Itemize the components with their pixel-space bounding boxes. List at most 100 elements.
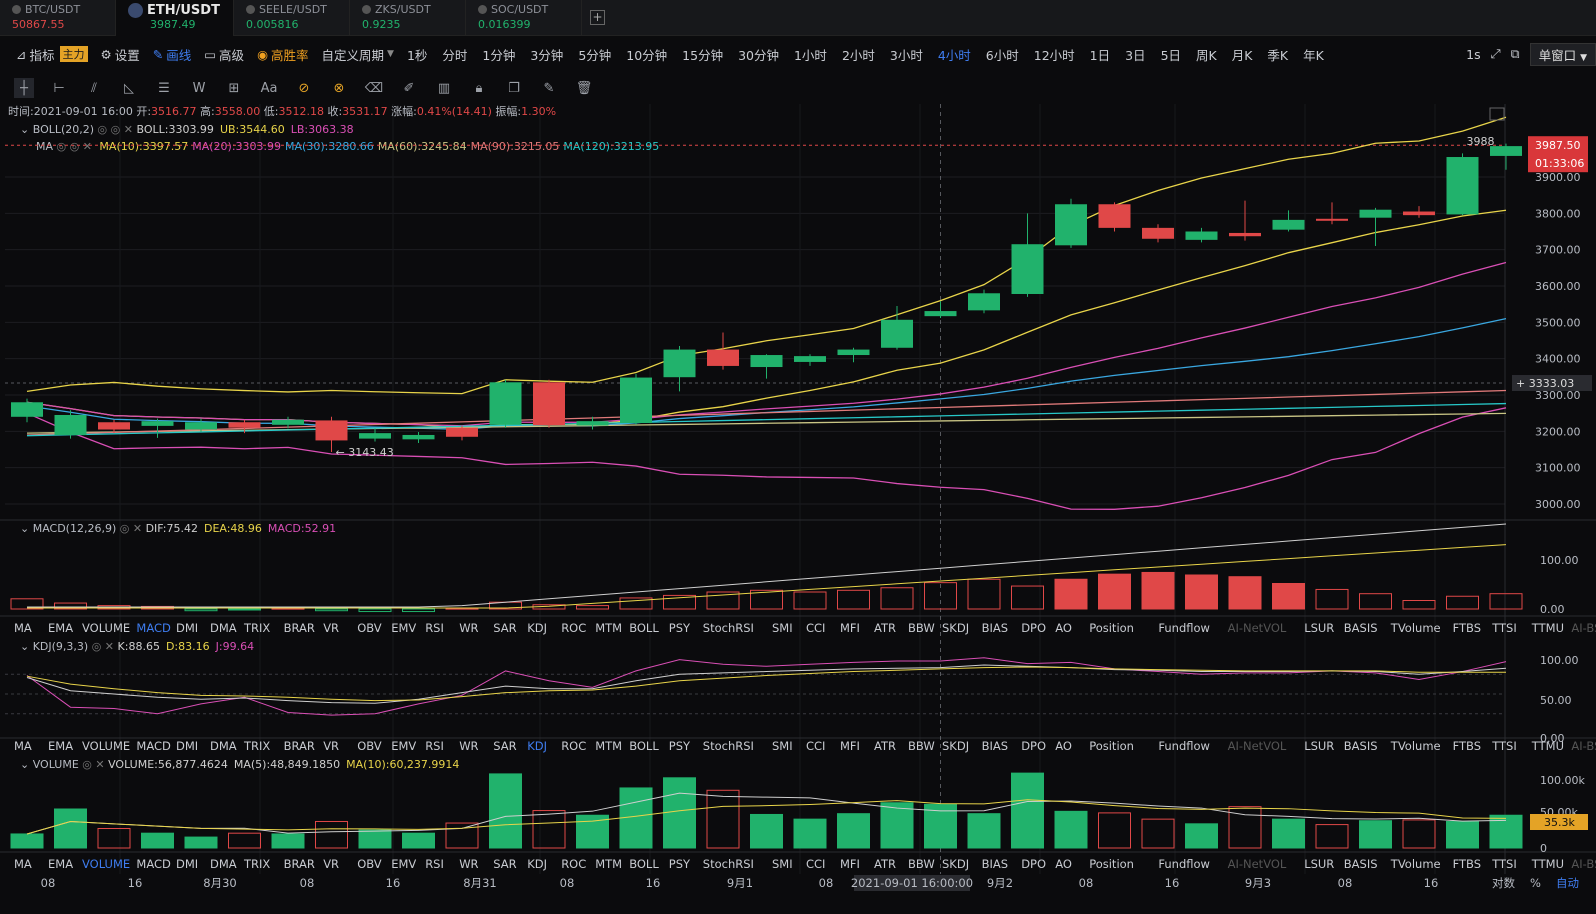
advanced-button[interactable]: ▭ 高级 xyxy=(204,45,244,64)
symbol-tab-seele[interactable]: SEELE/USDT 0.005816 xyxy=(234,0,350,36)
price-tick: 3900.00 xyxy=(1535,171,1581,184)
indicator-tab: FTBS xyxy=(1453,621,1481,635)
symbol-tab-zks[interactable]: ZKS/USDT 0.9235 xyxy=(350,0,466,36)
rectangle-tool-icon[interactable]: ⊞ xyxy=(224,78,244,98)
boll-caret: ⌄ xyxy=(20,123,33,136)
tab-price: 0.016399 xyxy=(478,18,531,31)
trash-icon[interactable]: 🗑︎ xyxy=(574,78,594,98)
indicator-tab: SAR xyxy=(493,739,516,753)
indicator-tab: AO xyxy=(1055,621,1072,635)
custom-period-dropdown[interactable]: 自定义周期 ▼ xyxy=(322,45,394,64)
eye-icon: ◎ ◎ ✕ xyxy=(94,123,136,136)
macd-bar xyxy=(576,605,609,610)
period-option[interactable]: 10分钟 xyxy=(626,45,667,64)
indicator-tab: BOLL xyxy=(629,739,659,753)
period-option[interactable]: 30分钟 xyxy=(738,45,779,64)
popout-icon[interactable]: ⧉ xyxy=(1511,46,1520,62)
volume-bar xyxy=(1272,818,1305,849)
pencil-icon: ✎ xyxy=(152,46,164,62)
period-option[interactable]: 1日 xyxy=(1090,45,1110,64)
fib-tool-icon[interactable]: ⊘ xyxy=(294,78,314,98)
period-option[interactable]: 年K xyxy=(1303,45,1324,64)
eye-icon: ◎ ✕ xyxy=(79,758,108,771)
volume-bar xyxy=(358,829,392,849)
horizontal-line-tool-icon[interactable]: ⊢ xyxy=(49,78,69,98)
lock-icon[interactable]: 🔒︎ xyxy=(469,78,489,98)
period-option[interactable]: 分时 xyxy=(442,45,467,64)
ma-value: MA(90):3215.05 xyxy=(471,140,560,153)
draw-button[interactable]: ✎ 画线 xyxy=(153,45,192,64)
time-tick: 08 xyxy=(300,876,315,890)
period-option[interactable]: 15分钟 xyxy=(682,45,723,64)
text-tool-icon[interactable]: Aa xyxy=(259,78,279,98)
copy-icon[interactable]: ❐ xyxy=(504,78,524,98)
indicator-tab: VOLUME xyxy=(82,739,130,753)
period-option[interactable]: 6小时 xyxy=(986,45,1019,64)
period-option[interactable]: 5日 xyxy=(1161,45,1181,64)
period-option[interactable]: 2小时 xyxy=(842,45,875,64)
custom-period-label: 自定义周期 xyxy=(321,47,385,63)
indicator-button[interactable]: ⊿ 指标 主力 xyxy=(16,45,88,64)
indicator-tab: Fundflow xyxy=(1158,621,1210,635)
period-option[interactable]: 3小时 xyxy=(890,45,923,64)
macd-bar xyxy=(1315,588,1349,610)
window-mode-select[interactable]: 单窗口 ▼ xyxy=(1529,42,1596,66)
candle-body xyxy=(54,414,87,435)
kline-chart[interactable]: 时间:2021-09-01 16:00 开:3516.77 高:3558.00 … xyxy=(0,104,1596,914)
period-option[interactable]: 1小时 xyxy=(794,45,827,64)
macd-dea: DEA:48.96 xyxy=(204,522,262,535)
period-option[interactable]: 12小时 xyxy=(1034,45,1075,64)
expand-icon[interactable]: ⤢ xyxy=(1491,46,1501,62)
chart-icon: ⊿ xyxy=(16,46,27,62)
indicator-tab: Fundflow xyxy=(1158,857,1210,871)
period-option[interactable]: 4小时 xyxy=(938,45,971,64)
macd-bar xyxy=(1185,574,1218,610)
candle-body xyxy=(1055,204,1087,246)
symbol-tab-eth[interactable]: ETH/USDT 3987.49 xyxy=(116,0,234,36)
period-option[interactable]: 1分钟 xyxy=(482,45,515,64)
hide-drawings-icon[interactable]: ⊗ xyxy=(329,78,349,98)
settings-button[interactable]: ⚙ 设置 xyxy=(101,45,140,64)
period-option[interactable]: 季K xyxy=(1267,45,1288,64)
eraser-tool-icon[interactable]: ⌫ xyxy=(364,78,384,98)
caret-down-icon: ▼ xyxy=(1580,52,1587,63)
period-option[interactable]: 3日 xyxy=(1125,45,1145,64)
edit-icon[interactable]: ✎ xyxy=(539,78,559,98)
symbol-tab-soc[interactable]: SOC/USDT 0.016399 xyxy=(466,0,582,36)
eye-icon: ◎ ✕ xyxy=(116,522,145,535)
kdj-d: D:83.16 xyxy=(166,640,210,653)
period-option[interactable]: 1秒 xyxy=(407,45,427,64)
indicator-tab: StochRSI xyxy=(703,621,754,635)
trend-line-tool-icon[interactable]: ⫽ xyxy=(84,78,104,98)
period-option[interactable]: 周K xyxy=(1196,45,1217,64)
wave-tool-icon[interactable]: W xyxy=(189,78,209,98)
period-option[interactable]: 月K xyxy=(1232,45,1253,64)
parallel-channel-tool-icon[interactable]: ☰ xyxy=(154,78,174,98)
indicator-tab: TTMU xyxy=(1531,621,1564,635)
indicator-tab: StochRSI xyxy=(703,857,754,871)
macd-bar xyxy=(837,589,870,610)
indicator-tab: AI-NetVOL xyxy=(1228,621,1287,635)
indicator-tab: WR xyxy=(459,739,478,753)
candle-body xyxy=(924,311,957,317)
tab-price: 0.005816 xyxy=(246,18,299,31)
symbol-tab-btc[interactable]: BTC/USDT 50867.55 xyxy=(0,0,116,36)
soc-coin-icon xyxy=(478,5,487,14)
winrate-button[interactable]: ◉ 高胜率 xyxy=(257,45,308,64)
brush-tool-icon[interactable]: ✐ xyxy=(399,78,419,98)
tab-symbol: SOC/USDT xyxy=(491,3,549,16)
period-option[interactable]: 3分钟 xyxy=(530,45,563,64)
candle-body xyxy=(1098,204,1131,228)
refresh-rate[interactable]: 1s xyxy=(1466,47,1480,62)
indicator-tab: DMI xyxy=(176,621,198,635)
crosshair-tool-icon[interactable]: ┼ xyxy=(14,78,34,98)
time-tick: 08 xyxy=(41,876,56,890)
candle-body xyxy=(1185,231,1218,240)
macd-bar xyxy=(1011,585,1044,610)
pattern-tool-icon[interactable]: ▥ xyxy=(434,78,454,98)
add-tab-button[interactable]: + xyxy=(582,0,612,36)
angle-tool-icon[interactable]: ◺ xyxy=(119,78,139,98)
period-option[interactable]: 5分钟 xyxy=(578,45,611,64)
volume-bar xyxy=(532,810,566,849)
macd-bar xyxy=(315,608,348,612)
